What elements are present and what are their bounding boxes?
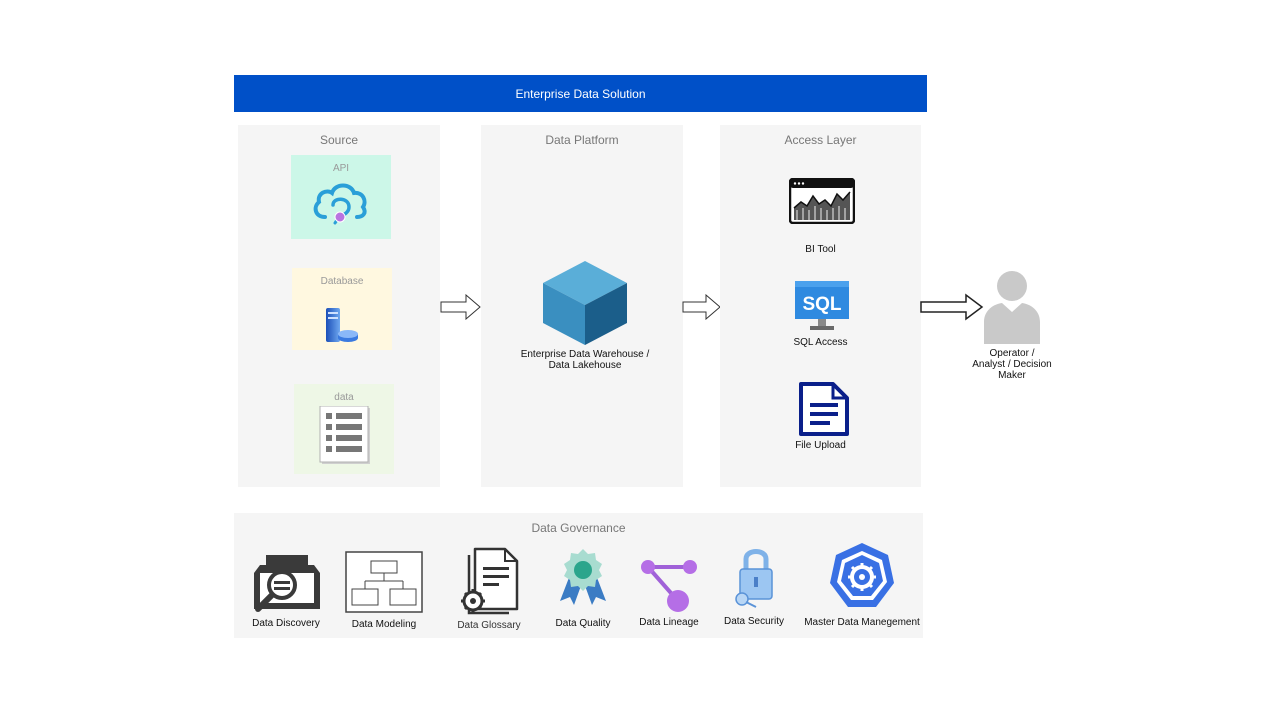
database-server-icon (326, 308, 358, 342)
arrow-source-to-platform (440, 294, 481, 320)
file-upload-label: File Upload (795, 440, 846, 451)
source-panel: Source API Database data (238, 125, 440, 487)
sql-access-label: SQL Access (793, 337, 848, 348)
access-layer-panel: Access Layer BI Tool SQL SQL Access File… (720, 125, 921, 487)
dashboard-chart-icon[interactable] (789, 178, 855, 224)
file-icon[interactable] (798, 381, 850, 437)
cloud-api-icon (313, 183, 367, 225)
consumer-label: Operator / Analyst / Decision Maker (972, 348, 1052, 381)
svg-text:SQL: SQL (802, 294, 841, 315)
source-api-label: API (332, 163, 350, 174)
source-database-label: Database (320, 276, 364, 287)
data-discovery-label: Data Discovery (252, 618, 320, 629)
data-governance-title: Data Governance (531, 521, 626, 535)
source-database-tile[interactable]: Database (292, 268, 392, 350)
data-lineage-label: Data Lineage (639, 617, 699, 628)
source-panel-title: Source (319, 133, 359, 147)
data-glossary-label: Data Glossary (457, 620, 521, 631)
access-layer-title: Access Layer (784, 133, 857, 147)
data-security-label: Data Security (723, 616, 785, 627)
person-icon (984, 271, 1040, 344)
source-api-tile[interactable]: API (291, 155, 391, 239)
list-document-icon (319, 406, 370, 464)
data-platform-panel: Data Platform Enterprise Data Warehouse … (481, 125, 683, 487)
arrow-platform-to-access (682, 294, 721, 320)
sql-monitor-icon[interactable]: SQL (794, 280, 850, 332)
diagram-title-bar: Enterprise Data Solution (234, 75, 927, 112)
quality-badge-icon[interactable] (554, 547, 612, 607)
diagram-title: Enterprise Data Solution (515, 86, 646, 101)
data-modeling-label: Data Modeling (351, 619, 417, 630)
arrow-access-to-consumer (920, 293, 984, 321)
source-data-tile[interactable]: data (294, 384, 394, 474)
source-data-label: data (334, 392, 354, 403)
master-data-management-label: Master Data Manegement (804, 617, 920, 628)
security-lock-icon[interactable] (734, 547, 778, 609)
discovery-icon[interactable] (252, 551, 322, 613)
master-data-icon[interactable] (826, 541, 898, 613)
data-governance-panel: Data Governance Data Discovery Data Mode… (234, 513, 923, 638)
bi-tool-label: BI Tool (805, 244, 836, 255)
cube-icon[interactable] (541, 259, 629, 347)
lineage-icon[interactable] (638, 557, 700, 613)
data-platform-title: Data Platform (545, 133, 619, 147)
modeling-icon[interactable] (345, 551, 423, 613)
glossary-icon[interactable] (459, 547, 519, 615)
data-warehouse-label: Enterprise Data Warehouse / Data Lakehou… (520, 349, 650, 371)
data-quality-label: Data Quality (555, 618, 611, 629)
